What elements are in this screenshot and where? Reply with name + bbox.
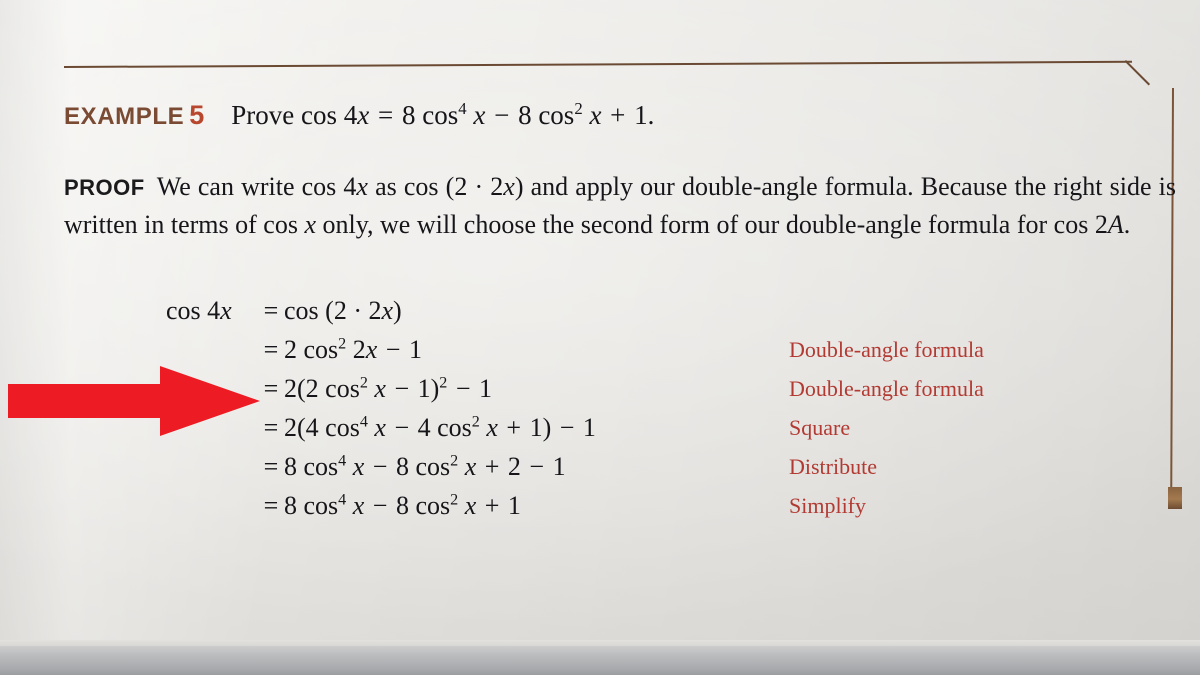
derivation-relation: = <box>263 452 279 481</box>
derivation-rhs: 2(4 cos4 x − 4 cos2 x + 1) − 1 <box>284 413 596 442</box>
red-arrow-annotation-icon <box>8 366 260 436</box>
example-number: 5 <box>189 100 205 130</box>
proof-body-text: We can write cos 4x as cos (2 · 2x) and … <box>64 172 1176 239</box>
derivation-relation: = <box>263 413 279 442</box>
derivation-rhs: 8 cos4 x − 8 cos2 x + 1 <box>284 491 521 520</box>
derivation-relation: = <box>263 374 279 403</box>
example-kicker-label: EXAMPLE <box>64 103 185 130</box>
derivation-relation: = <box>263 491 279 520</box>
derivation-lhs: cos 4x <box>166 296 232 325</box>
derivation-rhs: 2(2 cos2 x − 1)2 − 1 <box>284 374 493 403</box>
derivation-row: cos 4x = cos (2 · 2x) <box>166 296 786 335</box>
derivation-relation: = <box>263 296 279 325</box>
example-statement-math: cos 4x = 8 cos4 x − 8 cos2 x + 1. <box>301 99 655 130</box>
right-rule-line <box>1170 87 1174 501</box>
reason-label: Simplify <box>789 493 867 518</box>
example-heading: EXAMPLE 5 Prove cos 4x = 8 cos4 x − 8 cos… <box>64 98 1124 134</box>
proof-paragraph: PROOF We can write cos 4x as cos (2 · 2x)… <box>64 168 1176 243</box>
derivation-relation: = <box>263 335 279 364</box>
derivation-row: = 8 cos4 x − 8 cos2 x + 1 <box>166 491 786 530</box>
rule-end-cap <box>1168 487 1182 509</box>
derivation-row: = 8 cos4 x − 8 cos2 x + 2 − 1 <box>166 452 786 491</box>
reason-label: Distribute <box>789 454 877 479</box>
example-statement-prefix: Prove <box>231 100 295 130</box>
reason-label: Square <box>789 415 851 440</box>
derivation-rhs: cos (2 · 2x) <box>284 296 402 325</box>
textbook-page: EXAMPLE 5 Prove cos 4x = 8 cos4 x − 8 cos… <box>0 0 1200 675</box>
top-rule-line <box>63 60 1132 68</box>
derivation-rhs: 8 cos4 x − 8 cos2 x + 2 − 1 <box>284 452 566 481</box>
reason-label: Double-angle formula <box>789 376 984 401</box>
reason-labels: Double-angle formula Double-angle formul… <box>789 337 1119 532</box>
desk-surface <box>0 646 1200 675</box>
reason-label: Double-angle formula <box>789 337 984 362</box>
example-statement: Prove cos 4x = 8 cos4 x − 8 cos2 x + 1. <box>231 100 654 130</box>
proof-kicker-label: PROOF <box>64 175 145 200</box>
derivation-rhs: 2 cos2 2x − 1 <box>284 335 422 364</box>
